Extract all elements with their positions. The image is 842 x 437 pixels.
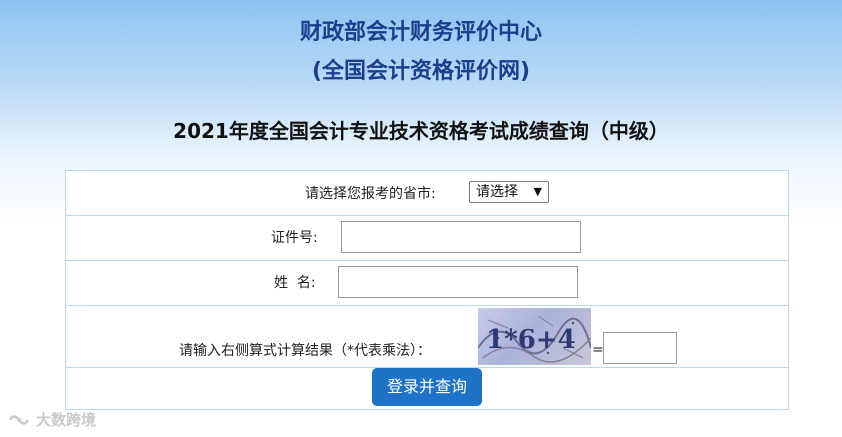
org-title-line1: 财政部会计财务评价中心 <box>299 20 542 45</box>
org-title-line2: (全国会计资格评价网) <box>311 59 531 84</box>
captcha-image[interactable]: 1*6+4 <box>478 308 591 365</box>
id-label: 证件号: <box>271 230 318 246</box>
name-input[interactable] <box>338 266 578 298</box>
id-row: 证件号: <box>66 216 788 261</box>
name-label: 姓 名: <box>274 275 316 291</box>
captcha-label: 请输入右侧算式计算结果（*代表乘法）： <box>179 343 431 359</box>
captcha-graphic: 1*6+4 <box>478 315 591 363</box>
captcha-text: 1*6+4 <box>486 325 576 355</box>
query-form: 请选择您报考的省市: 请选择 ▼ 证件号: 姓 名: 请输入右侧算式计算结果（*… <box>65 170 789 410</box>
login-query-button[interactable]: 登录并查询 <box>372 368 482 406</box>
watermark: 大数跨境 <box>8 410 96 430</box>
watermark-logo-icon <box>8 415 30 425</box>
page-title: 2021年度全国会计专业技术资格考试成绩查询（中级） <box>173 119 669 143</box>
province-row: 请选择您报考的省市: 请选择 ▼ <box>66 171 788 216</box>
province-select-value: 请选择 <box>476 184 518 200</box>
dropdown-arrow-icon: ▼ <box>533 185 542 198</box>
submit-row: 登录并查询 <box>66 368 788 410</box>
captcha-answer-input[interactable] <box>603 332 677 364</box>
province-label: 请选择您报考的省市: <box>305 186 436 202</box>
equals-sign: = <box>592 342 604 358</box>
watermark-text: 大数跨境 <box>36 411 97 429</box>
id-number-input[interactable] <box>341 221 581 253</box>
captcha-row: 请输入右侧算式计算结果（*代表乘法）： 1*6+4 = <box>66 306 788 368</box>
province-select[interactable]: 请选择 ▼ <box>469 181 549 203</box>
name-row: 姓 名: <box>66 261 788 306</box>
